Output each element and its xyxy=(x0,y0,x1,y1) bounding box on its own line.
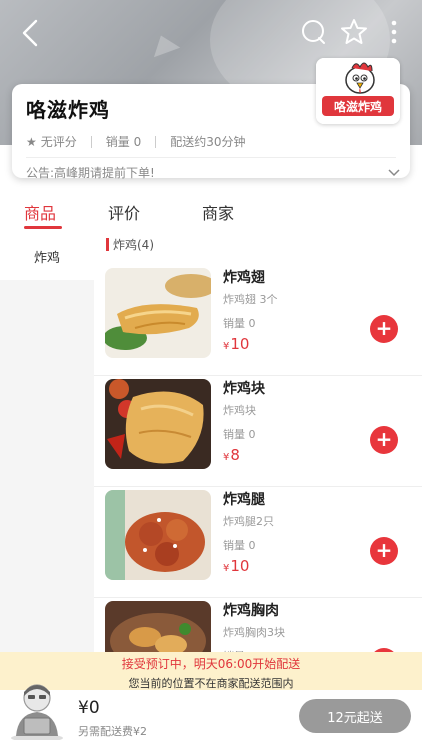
product-price: ¥10 xyxy=(223,335,249,353)
add-to-cart-button[interactable]: + xyxy=(370,315,398,343)
category-item-fried-chicken[interactable]: 炸鸡 xyxy=(0,232,94,280)
cart-avatar-icon[interactable] xyxy=(10,678,64,740)
divider xyxy=(26,157,396,158)
notice-row[interactable]: 公告:高峰期请提前下单! xyxy=(26,164,400,181)
favorite-star-icon[interactable] xyxy=(340,18,368,46)
delivery-fee: 另需配送费¥2 xyxy=(78,725,147,738)
list-item[interactable]: 炸鸡块 炸鸡块 销量 0 ¥8 + xyxy=(94,376,422,487)
rating-star-icon: ★ xyxy=(26,134,37,149)
list-item[interactable]: 炸鸡翅 炸鸡翅 3个 销量 0 ¥10 + xyxy=(94,265,422,376)
min-order-button[interactable]: 12元起送 xyxy=(299,699,411,733)
divider xyxy=(90,135,92,148)
tab-reviews[interactable]: 评价 xyxy=(108,200,140,224)
preorder-text: 接受预订中，明天06:00开始配送 xyxy=(121,657,301,671)
price-value: 8 xyxy=(230,446,240,464)
price-value: 10 xyxy=(230,557,250,575)
product-image xyxy=(105,379,211,469)
product-description: 炸鸡胸肉3块 xyxy=(223,626,285,639)
chevron-down-icon[interactable] xyxy=(388,168,400,177)
logo-text: 咯滋炸鸡 xyxy=(333,99,382,114)
product-name: 炸鸡块 xyxy=(223,381,265,397)
list-item[interactable]: 炸鸡腿 炸鸡腿2只 销量 0 ¥10 + xyxy=(94,487,422,598)
product-name: 炸鸡胸肉 xyxy=(223,603,279,619)
currency-symbol: ¥ xyxy=(223,563,230,574)
rating-text: 无评分 xyxy=(40,135,77,149)
notice-text: 公告:高峰期请提前下单! xyxy=(26,166,155,180)
product-description: 炸鸡块 xyxy=(223,404,256,417)
product-name: 炸鸡腿 xyxy=(223,492,265,508)
product-price: ¥8 xyxy=(223,446,240,464)
product-price: ¥10 xyxy=(223,557,249,575)
product-image xyxy=(105,268,211,358)
shop-stats: ★ 无评分 销量 0 配送约30分钟 xyxy=(26,133,396,150)
tab-products[interactable]: 商品 xyxy=(24,200,56,224)
back-icon[interactable] xyxy=(18,18,44,48)
currency-symbol: ¥ xyxy=(223,341,230,352)
sales-text: 销量 0 xyxy=(105,135,142,149)
product-description: 炸鸡翅 3个 xyxy=(223,293,278,306)
product-name: 炸鸡翅 xyxy=(223,270,265,286)
header-decoration-triangle xyxy=(147,30,181,58)
message-icon[interactable] xyxy=(300,18,328,46)
cart-total: ¥0 xyxy=(78,698,100,718)
product-sales: 销量 0 xyxy=(223,428,256,441)
product-description: 炸鸡腿2只 xyxy=(223,515,274,528)
product-image xyxy=(105,490,211,580)
price-value: 10 xyxy=(230,335,250,353)
currency-symbol: ¥ xyxy=(223,452,230,463)
delivery-time-text: 配送约30分钟 xyxy=(170,135,246,149)
more-icon[interactable] xyxy=(384,18,404,46)
tab-active-indicator xyxy=(24,226,62,229)
shop-logo: 咯滋炸鸡 xyxy=(316,58,400,124)
tab-bar: 商品 评价 商家 xyxy=(0,192,422,234)
add-to-cart-button[interactable]: + xyxy=(370,537,398,565)
product-sales: 销量 0 xyxy=(223,539,256,552)
tab-merchant[interactable]: 商家 xyxy=(202,200,234,224)
cart-bar: ¥0 另需配送费¥2 12元起送 xyxy=(0,684,422,750)
product-sales: 销量 0 xyxy=(223,317,256,330)
divider xyxy=(155,135,157,148)
section-title: 炸鸡(4) xyxy=(106,236,154,253)
add-to-cart-button[interactable]: + xyxy=(370,426,398,454)
